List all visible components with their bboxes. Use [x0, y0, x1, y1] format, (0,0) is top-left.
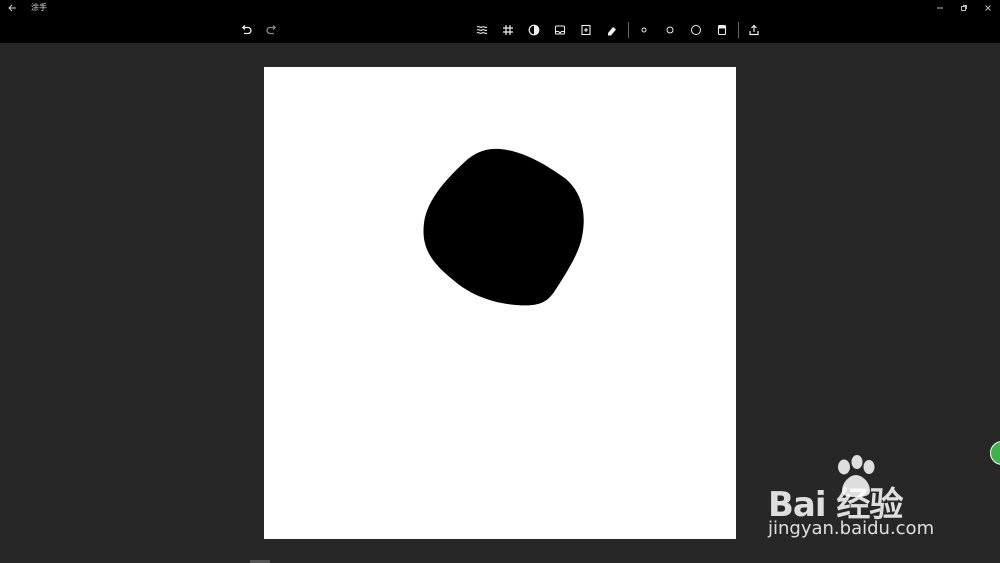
toolbar-divider: [628, 22, 629, 38]
page-add-icon[interactable]: [579, 23, 593, 37]
contrast-icon[interactable]: [527, 23, 541, 37]
brush-small-icon[interactable]: [637, 23, 651, 37]
wave-lines-icon[interactable]: [475, 23, 489, 37]
toolbar: [0, 16, 1000, 43]
baidu-jingyan-watermark: Bai 经验 jingyan.baidu.com: [764, 455, 954, 545]
toolbar-divider: [738, 22, 739, 38]
restore-icon[interactable]: [958, 2, 970, 14]
redo-icon[interactable]: [265, 23, 279, 37]
brush-large-icon[interactable]: [689, 23, 703, 37]
back-arrow-icon[interactable]: [6, 2, 18, 14]
undo-icon[interactable]: [239, 23, 253, 37]
eraser-icon[interactable]: [605, 23, 619, 37]
share-icon[interactable]: [747, 23, 761, 37]
grid-icon[interactable]: [501, 23, 515, 37]
image-tray-icon[interactable]: [553, 23, 567, 37]
minimize-icon[interactable]: [934, 2, 946, 14]
title-bar: 涂手: [0, 0, 1000, 16]
watermark-url: jingyan.baidu.com: [768, 518, 935, 539]
drawn-black-blob: [423, 148, 584, 306]
brush-medium-icon[interactable]: [663, 23, 677, 37]
drawing-canvas[interactable]: [264, 67, 736, 539]
color-swatch-icon[interactable]: [715, 23, 729, 37]
window-title: 涂手: [31, 3, 47, 12]
close-icon[interactable]: [982, 2, 994, 14]
